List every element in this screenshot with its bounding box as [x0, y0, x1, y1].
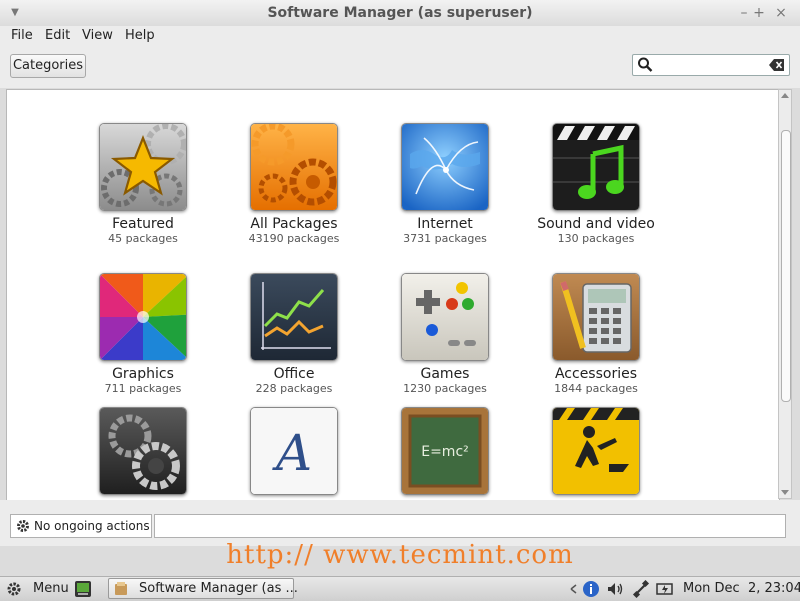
category-count: 45 packages: [108, 232, 178, 245]
search-icon: [638, 57, 653, 72]
category-name: Sound and video: [537, 216, 655, 232]
clear-search-icon[interactable]: [769, 58, 785, 72]
category-count: 3731 packages: [403, 232, 487, 245]
progress-bar: [154, 514, 786, 538]
category-count: 1844 packages: [554, 382, 638, 395]
music-clapper-icon: [552, 123, 640, 211]
terminal-icon[interactable]: [74, 580, 92, 598]
menu-label: Menu: [33, 581, 69, 596]
watermark-text: http:// www.tecmint.com: [226, 540, 574, 570]
category-internet[interactable]: Internet 3731 packages: [370, 123, 520, 246]
category-count: 43190 packages: [248, 232, 340, 245]
menu-gear-icon: [7, 582, 21, 596]
search-input[interactable]: [655, 57, 765, 73]
battery-icon[interactable]: [656, 580, 674, 598]
menu-help[interactable]: Help: [125, 28, 155, 43]
scrollbar-thumb[interactable]: [781, 130, 791, 402]
clock[interactable]: Mon Dec 2, 23:04: [683, 581, 800, 596]
star-gears-icon: [99, 123, 187, 211]
menu-view[interactable]: View: [82, 28, 113, 43]
construction-sign-icon: [552, 407, 640, 495]
close-button[interactable]: ×: [772, 4, 790, 22]
globe-network-icon: [401, 123, 489, 211]
toolbar: Categories: [0, 48, 800, 88]
expand-tray-icon[interactable]: [565, 580, 583, 598]
category-name: Internet: [417, 216, 473, 232]
category-grid: Featured 45 packages All Packages 43190 …: [6, 89, 780, 501]
scroll-up-icon[interactable]: [781, 93, 789, 98]
chalkboard-icon: E=mc²: [401, 407, 489, 495]
category-name: Graphics: [112, 366, 174, 382]
category-featured[interactable]: Featured 45 packages: [68, 123, 218, 246]
orange-gears-icon: [250, 123, 338, 211]
category-all-packages[interactable]: All Packages 43190 packages: [219, 123, 369, 246]
category-count: 130 packages: [557, 232, 635, 245]
color-wheel-icon: [99, 273, 187, 361]
volume-icon[interactable]: [606, 580, 624, 598]
category-accessories[interactable]: Accessories 1844 packages: [521, 273, 671, 396]
category-name: Games: [420, 366, 470, 382]
window-title: Software Manager (as superuser): [267, 5, 533, 21]
network-icon[interactable]: [632, 580, 650, 598]
menu-bar: File Edit View Help: [0, 26, 800, 48]
search-box[interactable]: [632, 54, 790, 76]
menu-file[interactable]: File: [11, 28, 33, 43]
taskbar: Menu Software Manager (as ... Mon Dec 2,…: [0, 576, 800, 601]
maximize-button[interactable]: +: [750, 4, 768, 22]
category-office[interactable]: Office 228 packages: [219, 273, 369, 396]
status-area: No ongoing actions: [10, 514, 152, 538]
line-chart-icon: [250, 273, 338, 361]
category-fonts[interactable]: A: [219, 407, 369, 495]
category-games[interactable]: Games 1230 packages: [370, 273, 520, 396]
svg-text:A: A: [272, 424, 312, 482]
category-name: Accessories: [554, 366, 638, 382]
category-system[interactable]: [68, 407, 218, 495]
taskbar-window-label: Software Manager (as ...: [139, 581, 298, 596]
content-scrollbar[interactable]: [778, 89, 792, 499]
window-titlebar: ▼ Software Manager (as superuser) – + ×: [0, 0, 800, 27]
category-name: Featured: [112, 216, 174, 232]
svg-text:E=mc²: E=mc²: [421, 444, 469, 460]
categories-button[interactable]: Categories: [10, 54, 86, 78]
info-icon[interactable]: [582, 580, 600, 598]
gear-icon: [17, 520, 29, 532]
calculator-icon: [552, 273, 640, 361]
menu-edit[interactable]: Edit: [45, 28, 70, 43]
category-count: 228 packages: [255, 382, 333, 395]
status-text: No ongoing actions: [34, 519, 150, 533]
category-count: 711 packages: [104, 382, 182, 395]
software-manager-icon: [115, 582, 127, 595]
category-science[interactable]: E=mc²: [370, 407, 520, 495]
dark-gears-icon: [99, 407, 187, 495]
gamepad-icon: [401, 273, 489, 361]
taskbar-window-software-manager[interactable]: Software Manager (as ...: [108, 578, 298, 599]
category-graphics[interactable]: Graphics 711 packages: [68, 273, 218, 396]
category-name: Office: [273, 366, 315, 382]
category-programming[interactable]: [521, 407, 671, 495]
category-sound-and-video[interactable]: Sound and video 130 packages: [521, 123, 671, 246]
category-name: All Packages: [250, 216, 338, 232]
scroll-down-icon[interactable]: [781, 490, 789, 495]
font-icon: A: [250, 407, 338, 495]
category-count: 1230 packages: [403, 382, 487, 395]
